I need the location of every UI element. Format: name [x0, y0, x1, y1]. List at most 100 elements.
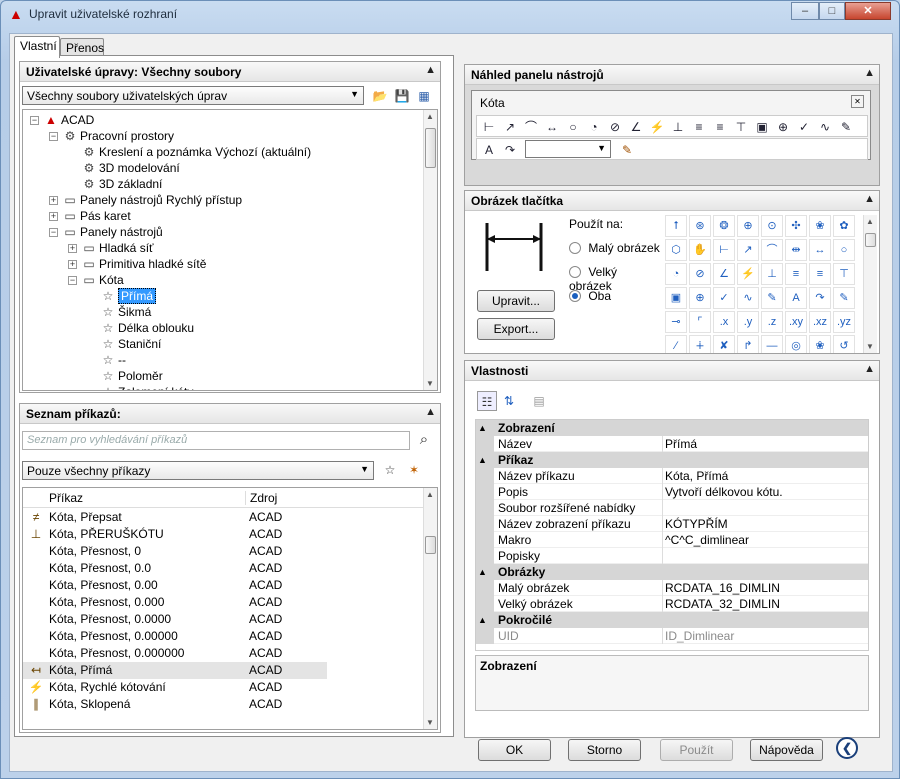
- gallery-image-icon[interactable]: ⬡: [665, 239, 687, 261]
- gallery-image-icon[interactable]: ❂: [713, 215, 735, 237]
- toolbar-button-icon[interactable]: ⊤: [731, 117, 751, 137]
- gallery-image-icon[interactable]: ❀: [809, 215, 831, 237]
- gallery-image-icon[interactable]: ✓: [713, 287, 735, 309]
- gallery-image-icon[interactable]: .z: [761, 311, 783, 333]
- gallery-image-icon[interactable]: ⊢: [713, 239, 735, 261]
- toolbar-button-icon[interactable]: ↗: [500, 117, 520, 137]
- tree-expander[interactable]: +: [49, 196, 58, 205]
- column-command[interactable]: Příkaz: [49, 491, 83, 505]
- tree-node[interactable]: ▭ Panely nástrojů Rychlý přístup: [62, 192, 242, 208]
- toolbar-button-icon[interactable]: ≡: [689, 117, 709, 137]
- property-row[interactable]: Název zobrazení příkazu KÓTYPŘÍM: [476, 516, 868, 532]
- gallery-image-icon[interactable]: ◎: [785, 335, 807, 353]
- tree-expander[interactable]: −: [49, 132, 58, 141]
- property-category[interactable]: ▲ Zobrazení: [476, 420, 868, 436]
- tree-node[interactable]: ▭ Kóta: [81, 272, 123, 288]
- property-value[interactable]: [662, 548, 866, 564]
- property-value[interactable]: Vytvoří délkovou kótu.: [662, 484, 866, 500]
- gallery-image-icon[interactable]: ⇹: [785, 239, 807, 261]
- gallery-image-icon[interactable]: ⊤: [833, 263, 855, 285]
- tree-node[interactable]: ▭ Hladká síť: [81, 240, 153, 256]
- save-icon[interactable]: 💾: [392, 86, 412, 106]
- gallery-image-icon[interactable]: ↺: [833, 335, 855, 353]
- gallery-image-icon[interactable]: ⊕: [689, 287, 711, 309]
- create-command-icon[interactable]: ✶: [404, 460, 424, 480]
- property-row[interactable]: Popis Vytvoří délkovou kótu.: [476, 484, 868, 500]
- command-row[interactable]: Kóta, Přesnost, 0.000000 ACAD: [23, 645, 327, 662]
- gallery-image-icon[interactable]: ⌜: [689, 311, 711, 333]
- property-row[interactable]: Popisky: [476, 548, 868, 564]
- sort-az-icon[interactable]: ⇅: [499, 391, 519, 411]
- collapse-panels-icon[interactable]: ❮: [836, 737, 858, 759]
- gallery-image-icon[interactable]: ↱: [737, 335, 759, 353]
- toolbar-button-icon[interactable]: ↔: [542, 117, 562, 137]
- tree-node[interactable]: ▲ ACAD: [43, 112, 94, 128]
- gallery-scrollbar[interactable]: ▲ ▼: [863, 215, 877, 353]
- minimize-button[interactable]: –: [791, 2, 819, 20]
- toolbar-button-icon[interactable]: ✎: [836, 117, 856, 137]
- tree-node[interactable]: ☆ Staniční: [100, 336, 162, 352]
- find-command-icon[interactable]: ☆: [380, 460, 400, 480]
- gallery-image-icon[interactable]: ∠: [713, 263, 735, 285]
- search-icon[interactable]: ⌕: [414, 430, 434, 450]
- gallery-image-icon[interactable]: ≡: [809, 263, 831, 285]
- tree-node[interactable]: ☆ Šikmá: [100, 304, 152, 320]
- tree-expander[interactable]: −: [49, 228, 58, 237]
- toolbar-preview-collapse-icon[interactable]: ▲: [864, 67, 875, 79]
- tree-expander[interactable]: −: [30, 116, 39, 125]
- toolbar-button-icon[interactable]: ⊕: [773, 117, 793, 137]
- gallery-image-icon[interactable]: ✎: [761, 287, 783, 309]
- category-collapse-icon[interactable]: ▲: [478, 452, 487, 468]
- toolbar-close-icon[interactable]: ✕: [851, 95, 864, 108]
- toolbar-button-icon[interactable]: ⊢: [479, 117, 499, 137]
- cancel-button[interactable]: Storno: [568, 739, 641, 761]
- tree-node[interactable]: ☆Zalomení kóty: [100, 384, 194, 390]
- close-button[interactable]: ✕: [845, 2, 891, 20]
- property-value[interactable]: KÓTYPŘÍM: [662, 516, 866, 532]
- property-row[interactable]: Malý obrázek RCDATA_16_DIMLIN: [476, 580, 868, 596]
- toolbar-button-icon[interactable]: ∠: [626, 117, 646, 137]
- open-file-icon[interactable]: 📂: [370, 86, 390, 106]
- dim-style-icon[interactable]: ✎: [617, 140, 637, 160]
- tab-transfer[interactable]: Přenos: [60, 38, 104, 56]
- customizations-collapse-icon[interactable]: ▲: [425, 64, 436, 76]
- property-value[interactable]: [662, 500, 866, 516]
- gallery-image-icon[interactable]: ∔: [689, 335, 711, 353]
- help-button[interactable]: Nápověda: [750, 739, 823, 761]
- radio-button[interactable]: [569, 266, 581, 278]
- column-source[interactable]: Zdroj: [245, 491, 277, 505]
- command-row[interactable]: Kóta, Přesnost, 0 ACAD: [23, 543, 327, 560]
- property-row[interactable]: Název příkazu Kóta, Přímá: [476, 468, 868, 484]
- gallery-image-icon[interactable]: ✋: [689, 239, 711, 261]
- tree-node[interactable]: ☆ Přímá: [100, 288, 157, 304]
- tree-expander[interactable]: +: [49, 212, 58, 221]
- maximize-button[interactable]: □: [819, 2, 845, 20]
- radio-button[interactable]: [569, 242, 581, 254]
- property-value[interactable]: Přímá: [662, 436, 866, 452]
- gallery-image-icon[interactable]: ◔: [665, 263, 687, 285]
- radio-option[interactable]: Velký obrázek: [569, 265, 663, 293]
- toolbar-button-icon[interactable]: ▣: [752, 117, 772, 137]
- gallery-image-icon[interactable]: ↗: [737, 239, 759, 261]
- gallery-image-icon[interactable]: ⊛: [689, 215, 711, 237]
- toolbar-button-icon[interactable]: ⚡: [647, 117, 667, 137]
- gallery-image-icon[interactable]: .xy: [785, 311, 807, 333]
- command-filter-select[interactable]: Pouze všechny příkazy ▼: [22, 461, 374, 480]
- tree-node[interactable]: ⚙ 3D modelování: [81, 160, 180, 176]
- gallery-image-icon[interactable]: ⌒: [761, 239, 783, 261]
- tree-node[interactable]: ▭ Panely nástrojů: [62, 224, 162, 240]
- radio-option[interactable]: Oba: [569, 289, 611, 305]
- ok-button[interactable]: OK: [478, 739, 551, 761]
- gallery-image-icon[interactable]: ≡: [785, 263, 807, 285]
- command-row[interactable]: Kóta, Přesnost, 0.00000 ACAD: [23, 628, 327, 645]
- toolbar-button-icon[interactable]: ⌒: [521, 117, 541, 137]
- button-image-collapse-icon[interactable]: ▲: [864, 193, 875, 205]
- gallery-image-icon[interactable]: ✣: [785, 215, 807, 237]
- command-row[interactable]: Kóta, Přesnost, 0.0 ACAD: [23, 560, 327, 577]
- toolbar-button-icon[interactable]: ✓: [794, 117, 814, 137]
- tree-node[interactable]: ☆ Délka oblouku: [100, 320, 194, 336]
- command-row[interactable]: ⚡ Kóta, Rychlé kótování ACAD: [23, 679, 327, 696]
- gallery-image-icon[interactable]: ✘: [713, 335, 735, 353]
- category-collapse-icon[interactable]: ▲: [478, 564, 487, 580]
- property-category[interactable]: ▲ Obrázky: [476, 564, 868, 580]
